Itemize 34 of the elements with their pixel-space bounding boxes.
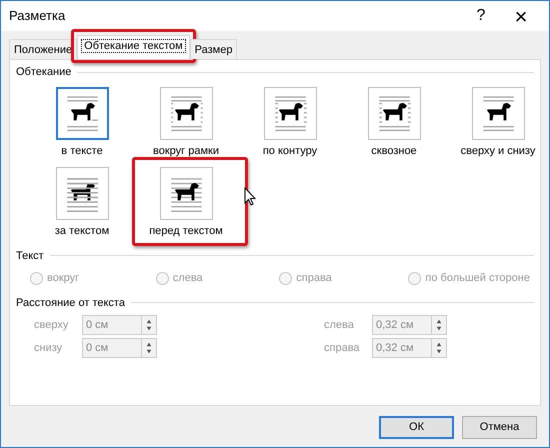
wrap-option[interactable]	[368, 86, 420, 140]
wrap-option[interactable]	[264, 86, 316, 140]
dialog-button[interactable]: Отмена	[462, 416, 537, 439]
field-label: сверху	[34, 318, 70, 333]
spin-arrows-icon[interactable]	[142, 315, 157, 335]
window-title: Разметка	[9, 7, 66, 26]
wrap-option[interactable]	[472, 86, 524, 140]
dialog-button[interactable]: ОК	[379, 416, 454, 439]
section-title: Обтекание	[16, 65, 72, 80]
field-label: снизу	[34, 340, 64, 356]
wrap-option[interactable]	[56, 167, 108, 220]
field-label: слева	[324, 318, 355, 333]
tab[interactable]: Обтекание текстом	[77, 35, 190, 59]
section-title: Расстояние от текста	[16, 296, 125, 310]
wrap-option[interactable]	[56, 86, 108, 140]
close-button[interactable]: ×	[501, 0, 541, 32]
option-label: сквозное	[371, 144, 417, 158]
tab[interactable]: Положение	[9, 39, 78, 59]
help-button[interactable]: ?	[461, 4, 501, 28]
option-label: в тексте	[61, 144, 103, 158]
option-label: по контуру	[262, 144, 318, 158]
tab[interactable]: Размер	[190, 39, 238, 59]
option-label: вокруг рамки	[153, 144, 219, 158]
option-label: за текстом	[54, 224, 110, 239]
spin-arrows-icon[interactable]	[142, 338, 157, 358]
option-label: перед текстом	[149, 224, 223, 239]
wrap-option[interactable]	[160, 86, 212, 140]
spin-arrows-icon[interactable]	[432, 315, 447, 335]
spin-arrows-icon[interactable]	[432, 338, 447, 358]
option-label: сверху и снизу	[460, 144, 536, 158]
wrap-option[interactable]	[160, 167, 212, 220]
cursor-icon	[244, 187, 256, 206]
field-label: справа	[324, 340, 361, 356]
section-title: Текст	[16, 248, 44, 264]
